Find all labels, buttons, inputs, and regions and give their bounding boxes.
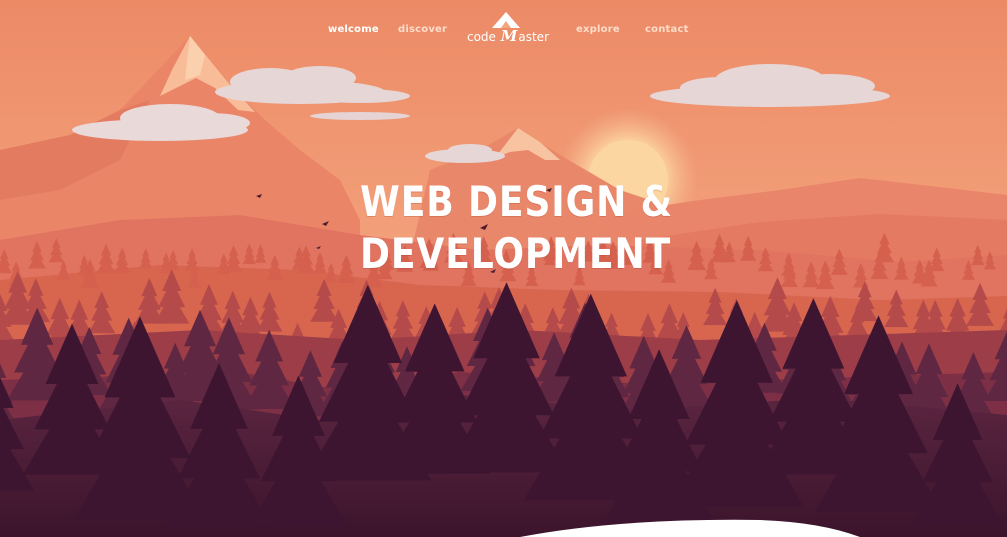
headline-line-2: DEVELOPMENT <box>360 229 672 278</box>
hero-page: welcome discover code Master explore con… <box>0 0 1007 537</box>
nav-discover[interactable]: discover <box>398 24 447 35</box>
nav-contact[interactable]: contact <box>645 24 689 35</box>
nav-explore[interactable]: explore <box>576 24 620 35</box>
logo-wordmark: code Master <box>466 27 550 45</box>
codemaster-logo[interactable]: code Master <box>466 12 550 48</box>
cloud-thin <box>310 112 410 120</box>
nav-welcome[interactable]: welcome <box>328 24 379 35</box>
headline-line-1: WEB DESIGN & <box>360 177 674 226</box>
hero-headline: WEB DESIGN & DEVELOPMENT <box>360 176 674 280</box>
top-navigation: welcome discover code Master explore con… <box>0 0 1007 60</box>
